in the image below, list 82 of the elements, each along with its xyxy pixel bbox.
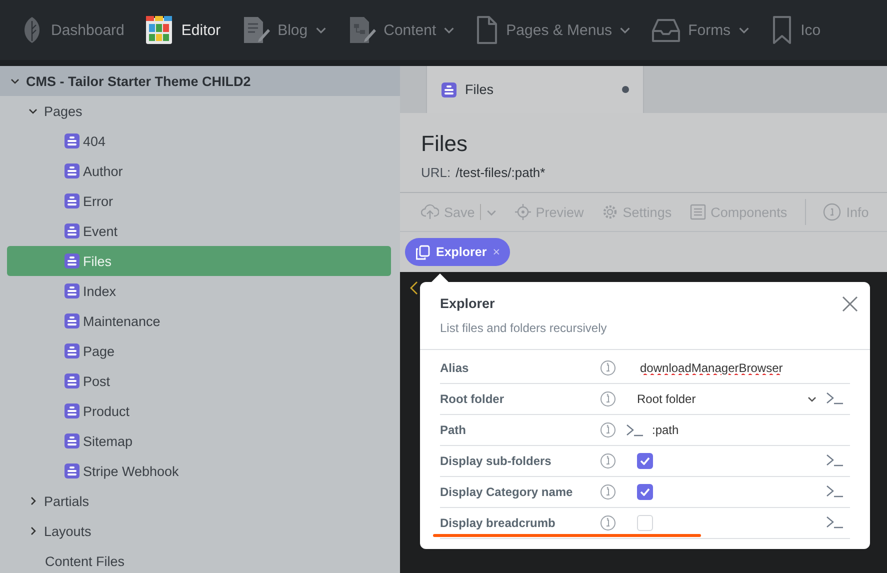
editor-icon [144, 14, 174, 46]
page-title: Files [421, 131, 468, 157]
url-label: URL: [421, 165, 451, 180]
tree-item[interactable]: Stripe Webhook [7, 456, 391, 486]
page-icon [64, 193, 80, 209]
caret-icon [807, 394, 817, 404]
tree-item[interactable]: Index [7, 276, 391, 306]
check-icon [640, 488, 650, 496]
info-icon [600, 422, 616, 438]
checkbox[interactable] [637, 453, 653, 469]
tree-item[interactable]: Product [7, 396, 391, 426]
component-chip[interactable]: Explorer × [405, 238, 510, 266]
field-label: Alias [440, 361, 470, 375]
tree-item[interactable]: Sitemap [7, 426, 391, 456]
checkbox[interactable] [637, 484, 653, 500]
tree-folder[interactable]: Layouts [0, 516, 400, 546]
upload-icon [421, 204, 439, 220]
list-icon [690, 204, 706, 220]
chevron-icon [28, 496, 38, 506]
tree-item[interactable]: Content Files [0, 546, 400, 573]
settings-icon [602, 204, 618, 220]
page-icon [64, 463, 80, 479]
tree-item[interactable]: Author [7, 156, 391, 186]
page-icon [64, 403, 80, 419]
popover-description: List files and folders recursively [440, 321, 608, 335]
terminal-icon[interactable] [826, 390, 844, 404]
alias-field[interactable]: downloadManagerBrowser [637, 361, 840, 375]
tree-folder[interactable]: Pages [0, 96, 400, 126]
nav-item[interactable]: Content [346, 15, 456, 45]
info-icon [600, 515, 616, 531]
tree-item[interactable]: 404 [7, 126, 391, 156]
info-icon [823, 203, 842, 221]
field-label: Display sub-folders [440, 454, 552, 468]
tree-item[interactable]: Maintenance [7, 306, 391, 336]
page-icon [64, 283, 80, 299]
terminal-icon[interactable] [826, 484, 844, 498]
popover-title: Explorer [440, 296, 496, 311]
inbox-icon [651, 17, 682, 43]
page-icon [64, 253, 80, 269]
page-icon [64, 433, 80, 449]
field-label: Root folder [440, 392, 505, 406]
chevron-icon [410, 281, 418, 295]
url-value: /test-files/:path* [456, 165, 546, 180]
tree-item[interactable]: Event [7, 216, 391, 246]
terminal-icon[interactable] [626, 423, 644, 437]
field-label: Display breadcrumb [440, 516, 556, 530]
field-label: Path [440, 423, 468, 437]
nav-item[interactable]: Forms [651, 17, 750, 43]
info-icon [600, 360, 616, 376]
chevron-icon [28, 106, 38, 116]
terminal-icon[interactable] [826, 514, 844, 528]
crosshair-icon [514, 204, 531, 220]
nav-item[interactable]: Editor [144, 14, 221, 46]
info-icon [600, 484, 616, 500]
page-icon [64, 373, 80, 389]
field-label: Display Category name [440, 485, 574, 499]
project-header[interactable]: CMS - Tailor Starter Theme CHILD2 [0, 66, 400, 96]
page-icon [64, 133, 80, 149]
page-icon [441, 82, 457, 98]
nav-item[interactable]: Blog [240, 15, 327, 45]
page-icon [64, 313, 80, 329]
chevron-icon [10, 76, 20, 86]
check-icon [640, 457, 650, 465]
editor-tab[interactable]: Files [426, 66, 644, 113]
page-icon [64, 223, 80, 239]
info-icon [600, 391, 616, 407]
tree-item[interactable]: Page [7, 336, 391, 366]
nav-item[interactable]: Dashboard [20, 15, 124, 45]
page-icon [64, 163, 80, 179]
page-icon [64, 343, 80, 359]
nav-item[interactable]: Ico [770, 15, 821, 45]
file-icon [475, 15, 500, 45]
chevron-icon [28, 526, 38, 536]
root-folder-dropdown[interactable]: Root folder [637, 392, 817, 406]
nav-item[interactable]: Pages & Menus [475, 15, 632, 45]
copy-icon [415, 244, 430, 260]
info-icon [600, 453, 616, 469]
tree-folder[interactable]: Partials [0, 486, 400, 516]
terminal-icon[interactable] [826, 452, 844, 466]
field-value: :path [652, 423, 679, 437]
tree-item[interactable]: Error [7, 186, 391, 216]
tree-item[interactable]: Post [7, 366, 391, 396]
